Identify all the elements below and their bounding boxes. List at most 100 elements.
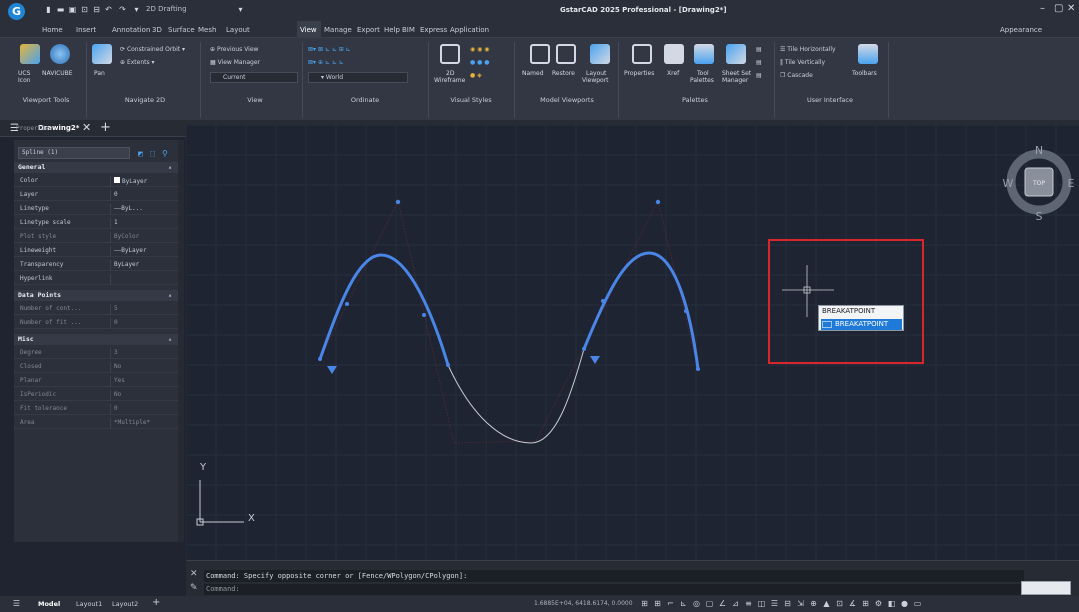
sheet-set-icon[interactable] <box>726 44 746 64</box>
print-icon[interactable]: ⊟ <box>92 5 101 14</box>
collapse-caret-icon[interactable]: ▴ <box>168 162 172 173</box>
property-row[interactable]: IsPeriodic No <box>14 390 178 401</box>
status-toggle-icon[interactable]: ⌐ <box>666 599 675 608</box>
status-toggle-icon[interactable]: ⚙ <box>874 599 883 608</box>
status-toggle-icon[interactable]: ⊞ <box>653 599 662 608</box>
property-row[interactable]: Lineweight ——ByLayer <box>14 246 178 257</box>
selection-combo[interactable]: Spline (1) <box>18 147 130 159</box>
save-icon[interactable]: ▣ <box>68 5 77 14</box>
menu-tab-bim[interactable]: BIM <box>402 26 415 34</box>
section-data-points[interactable]: Data Points ▴ <box>14 290 178 301</box>
properties-palette-icon[interactable] <box>632 44 652 64</box>
collapse-caret-icon[interactable]: ▴ <box>168 334 172 345</box>
xref-icon[interactable] <box>664 44 684 64</box>
constrained-orbit-button[interactable]: ⟳ Constrained Orbit ▾ <box>120 46 185 53</box>
property-row[interactable]: Degree 3 <box>14 348 178 359</box>
extents-button[interactable]: ⊕ Extents ▾ <box>120 59 155 66</box>
status-toggle-icon[interactable]: ▲ <box>822 599 831 608</box>
workspace-dropdown-icon[interactable]: ▾ <box>236 5 245 14</box>
property-row[interactable]: Number of fit ... 0 <box>14 318 178 329</box>
property-row[interactable]: Area *Multiple* <box>14 418 178 429</box>
status-toggle-icon[interactable]: ◎ <box>692 599 701 608</box>
maximize-button[interactable]: ▢ <box>1054 3 1063 14</box>
qa-dropdown-icon[interactable]: ▾ <box>132 5 141 14</box>
drawing-canvas[interactable]: Y X TOP N S W E BREAKATPOINT BREAKATPOIN… <box>186 125 1079 560</box>
layout1-tab[interactable]: Layout1 <box>76 600 102 608</box>
named-viewports-icon[interactable] <box>530 44 550 64</box>
property-row[interactable]: Transparency ByLayer <box>14 260 178 271</box>
close-command-icon[interactable]: ✕ <box>190 569 198 579</box>
menu-tab-annotation[interactable]: Annotation <box>112 26 150 34</box>
close-tab-icon[interactable]: ✕ <box>82 121 91 134</box>
status-toggle-icon[interactable]: ⊡ <box>835 599 844 608</box>
status-toggle-icon[interactable]: ∡ <box>848 599 857 608</box>
open-file-icon[interactable]: ▬ <box>56 5 65 14</box>
tool-palettes-icon[interactable] <box>694 44 714 64</box>
status-toggle-icon[interactable]: ⊕ <box>809 599 818 608</box>
status-toggle-icon[interactable]: ∠ <box>718 599 727 608</box>
tile-horizontally-button[interactable]: ☰ Tile Horizontally <box>780 46 836 53</box>
menu-tab-surface[interactable]: Surface <box>168 26 195 34</box>
status-toggle-icon[interactable]: ⊿ <box>731 599 740 608</box>
section-general[interactable]: General ▴ <box>14 162 178 173</box>
property-row[interactable]: Layer 0 <box>14 190 178 201</box>
undo-icon[interactable]: ↶ <box>104 5 113 14</box>
menu-tab-insert[interactable]: Insert <box>76 26 96 34</box>
view-combo[interactable]: Current <box>210 72 298 83</box>
shade-icons-row-1[interactable]: ◉ ◉ ◉ <box>470 46 490 53</box>
customize-command-icon[interactable]: ✎ <box>190 583 198 593</box>
status-toggle-icon[interactable]: ● <box>900 599 909 608</box>
appearance-menu[interactable]: Appearance <box>1000 26 1042 34</box>
previous-view-button[interactable]: ⊕ Previous View <box>210 46 258 53</box>
toolbars-icon[interactable] <box>858 44 878 64</box>
property-row[interactable]: Hyperlink <box>14 274 178 285</box>
ucs-tools-row-2[interactable]: ⊠▾ ⊕ ⊾ ⊾ ⊾ <box>308 59 344 66</box>
menu-tab-export[interactable]: Export <box>357 26 380 34</box>
context-menu-item[interactable]: BREAKATPOINT <box>822 307 875 315</box>
tile-vertically-button[interactable]: ‖ Tile Vertically <box>780 59 825 66</box>
shade-icons-row-2[interactable]: ● ● ● <box>470 59 490 66</box>
ucs-combo[interactable]: ▾ World <box>308 72 408 83</box>
viewcube[interactable]: TOP N S W E <box>1003 144 1075 223</box>
status-toggle-icon[interactable]: ▢ <box>705 599 714 608</box>
status-toggle-icon[interactable]: ⊞ <box>861 599 870 608</box>
property-row[interactable]: Color ByLayer <box>14 176 178 187</box>
minimize-button[interactable]: – <box>1040 3 1045 14</box>
navicube-icon[interactable] <box>50 44 70 64</box>
property-row[interactable]: Planar Yes <box>14 376 178 387</box>
collapse-caret-icon[interactable]: ▴ <box>168 290 172 301</box>
property-row[interactable]: Fit tolerance 0 <box>14 404 178 415</box>
view-manager-button[interactable]: ▦ View Manager <box>210 59 260 66</box>
close-button[interactable]: ✕ <box>1067 3 1075 14</box>
add-layout-icon[interactable]: + <box>152 597 160 608</box>
palette-small-2[interactable]: ▤ <box>756 59 762 66</box>
new-tab-icon[interactable]: + <box>100 120 111 135</box>
cascade-button[interactable]: ❐ Cascade <box>780 72 813 79</box>
select-objects-icon[interactable]: ⬚ <box>150 149 155 158</box>
model-tab[interactable]: Model <box>38 600 60 608</box>
layout-viewport-icon[interactable] <box>590 44 610 64</box>
menu-tab-manage[interactable]: Manage <box>324 26 352 34</box>
shade-icons-row-3[interactable]: ● ◈ <box>470 72 482 79</box>
property-row[interactable]: Linetype scale 1 <box>14 218 178 229</box>
section-misc[interactable]: Misc ▴ <box>14 334 178 345</box>
property-row[interactable]: Number of cont... 5 <box>14 304 178 315</box>
status-toggle-icon[interactable]: ⇲ <box>796 599 805 608</box>
palette-scrollbar[interactable] <box>178 140 184 542</box>
menu-icon[interactable]: ☰ <box>12 599 21 608</box>
redo-icon[interactable]: ↷ <box>118 5 127 14</box>
status-toggle-icon[interactable]: ⊟ <box>783 599 792 608</box>
layout2-tab[interactable]: Layout2 <box>112 600 138 608</box>
menu-tab-home[interactable]: Home <box>42 26 63 34</box>
status-toggle-icon[interactable]: ◧ <box>887 599 896 608</box>
ucs-icon[interactable] <box>20 44 40 64</box>
palette-small-3[interactable]: ▤ <box>756 72 762 79</box>
menu-tab-layout[interactable]: Layout <box>226 26 250 34</box>
new-file-icon[interactable]: ▮ <box>44 5 53 14</box>
status-toggle-icon[interactable]: ≡ <box>744 599 753 608</box>
command-input[interactable]: Command: <box>204 584 1024 595</box>
status-toggle-icon[interactable]: ⊞ <box>640 599 649 608</box>
status-toggle-icon[interactable]: ▭ <box>913 599 922 608</box>
menu-tab-application[interactable]: Application <box>450 26 489 34</box>
save-as-icon[interactable]: ⊡ <box>80 5 89 14</box>
